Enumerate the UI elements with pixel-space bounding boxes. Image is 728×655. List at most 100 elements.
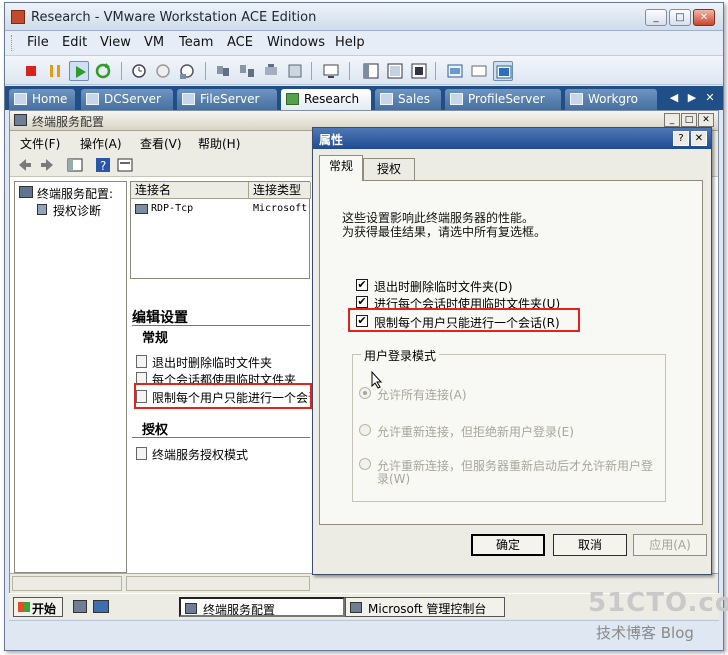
- properties-icon[interactable]: [116, 156, 134, 174]
- tab-workgroup[interactable]: Workgro: [565, 89, 657, 110]
- pause-icon[interactable]: [45, 61, 65, 81]
- mmc-app-icon: [14, 114, 27, 126]
- vm-icon: [182, 93, 195, 105]
- tab-research[interactable]: Research: [281, 89, 371, 110]
- server-manager-icon[interactable]: [73, 600, 87, 613]
- tab-general[interactable]: 常规: [319, 155, 363, 181]
- unity-icon[interactable]: [445, 61, 465, 81]
- radio-button[interactable]: [359, 387, 371, 399]
- menu-vm[interactable]: VM: [144, 35, 164, 50]
- edit-settings-pane: 编辑设置 常规 退出时删除临时文件夹 每个会话都使用临时文件夹 限制每个用户只能…: [130, 279, 312, 573]
- mouse-cursor-icon: [371, 370, 383, 389]
- watermark-caption: 技术博客 Blog: [596, 624, 694, 642]
- start-button[interactable]: 开始: [13, 597, 63, 617]
- cancel-button[interactable]: 取消: [553, 534, 627, 556]
- mmc-menu-file[interactable]: 文件(F): [20, 135, 60, 152]
- tab-sales[interactable]: Sales: [375, 89, 441, 110]
- menu-view[interactable]: View: [100, 35, 131, 50]
- mmc-app-icon: [350, 602, 362, 613]
- tab-licensing[interactable]: 授权: [363, 158, 415, 180]
- vm-icon: [570, 93, 583, 105]
- tree-licensing-diagnosis[interactable]: 授权诊断: [53, 202, 101, 219]
- mmc-maximize-button[interactable]: □: [681, 113, 697, 127]
- show-hide-tree-icon[interactable]: [66, 156, 84, 174]
- apply-button[interactable]: 应用(A): [633, 534, 707, 556]
- menu-ace[interactable]: ACE: [227, 35, 253, 50]
- taskbar-item-mmc[interactable]: Microsoft 管理控制台: [345, 597, 505, 617]
- tab-scroll-right-icon[interactable]: ▶: [685, 90, 699, 106]
- mmc-menu-action[interactable]: 操作(A): [80, 135, 122, 152]
- vm-settings-icon[interactable]: [285, 61, 305, 81]
- tab-scroll-left-icon[interactable]: ◀: [667, 90, 681, 106]
- tree-root[interactable]: 终端服务配置:: [37, 185, 113, 202]
- vm-icon: [450, 93, 463, 105]
- show-desktop-icon[interactable]: [93, 600, 109, 613]
- tab-dcserver[interactable]: DCServer: [81, 89, 173, 110]
- window-title: Research - VMware Workstation ACE Editio…: [31, 10, 317, 25]
- lan-segment-icon[interactable]: [261, 61, 281, 81]
- ok-button[interactable]: 确定: [471, 534, 545, 556]
- tab-home[interactable]: Home: [9, 89, 75, 110]
- tab-profileserver[interactable]: ProfileServer: [445, 89, 561, 110]
- tab-fileserver[interactable]: FileServer: [177, 89, 277, 110]
- menu-help[interactable]: Help: [335, 35, 365, 50]
- snapshot-icon[interactable]: [129, 61, 149, 81]
- column-connection-type[interactable]: 连接类型: [249, 182, 311, 199]
- mmc-menu-help[interactable]: 帮助(H): [198, 135, 240, 152]
- sidebar-icon[interactable]: [361, 61, 381, 81]
- setting-licensing-mode[interactable]: 终端服务授权模式: [136, 445, 312, 462]
- mmc-title: 终端服务配置: [32, 115, 105, 129]
- full-screen-icon[interactable]: [409, 61, 429, 81]
- checkbox-box[interactable]: ✔: [356, 296, 368, 308]
- minimize-button[interactable]: _: [645, 9, 667, 26]
- mmc-close-button[interactable]: ✕: [698, 113, 714, 127]
- logon-mode-label: 用户登录模式: [361, 347, 440, 364]
- quick-switch-icon[interactable]: [385, 61, 405, 81]
- diagnosis-icon: [37, 204, 47, 215]
- menu-file[interactable]: File: [27, 35, 49, 50]
- revert-icon[interactable]: [153, 61, 173, 81]
- dialog-title: 属性: [319, 133, 344, 147]
- mmc-menu-view[interactable]: 查看(V): [140, 135, 182, 152]
- dialog-close-button[interactable]: ✕: [691, 131, 707, 146]
- menu-edit[interactable]: Edit: [62, 35, 87, 50]
- close-button[interactable]: ✕: [693, 9, 715, 26]
- team-icon[interactable]: [213, 61, 233, 81]
- setting-icon: [136, 447, 147, 460]
- general-section-heading: 常规: [142, 331, 169, 346]
- menu-windows[interactable]: Windows: [267, 35, 325, 50]
- edit-settings-heading: 编辑设置: [132, 310, 188, 326]
- setting-delete-temp-folders[interactable]: 退出时删除临时文件夹: [136, 353, 312, 370]
- reset-icon[interactable]: [93, 61, 113, 81]
- back-icon[interactable]: [16, 156, 34, 174]
- tab-close-icon[interactable]: ✕: [703, 90, 717, 106]
- taskbar-item-ts-config[interactable]: 终端服务配置: [179, 597, 345, 617]
- menu-bar: File Edit View VM Team ACE Windows Help: [5, 31, 723, 55]
- view-console-icon[interactable]: [493, 61, 513, 81]
- checkbox-box[interactable]: ✔: [356, 279, 368, 291]
- computer-icon: [19, 186, 33, 198]
- connection-type-cell[interactable]: Microsoft: [253, 203, 309, 214]
- power-on-icon[interactable]: [69, 61, 89, 81]
- forward-icon[interactable]: [38, 156, 56, 174]
- power-off-icon[interactable]: [21, 61, 41, 81]
- radio-button[interactable]: [359, 458, 371, 470]
- toolbar: [5, 55, 723, 85]
- mmc-minimize-button[interactable]: _: [664, 113, 680, 127]
- menu-team[interactable]: Team: [179, 35, 213, 50]
- radio-button[interactable]: [359, 424, 371, 436]
- vm-console[interactable]: 终端服务配置 _ □ ✕ 文件(F) 操作(A) 查看(V) 帮助(H) ? 终…: [9, 110, 719, 608]
- dialog-help-button[interactable]: ?: [673, 131, 689, 146]
- connection-icon: [135, 204, 148, 214]
- team-members-icon[interactable]: [237, 61, 257, 81]
- vm-tab-bar: Home DCServer FileServer Research Sales …: [5, 86, 723, 110]
- console-icon[interactable]: [321, 61, 341, 81]
- column-connection-name[interactable]: 连接名: [131, 182, 249, 199]
- snapshot-manager-icon[interactable]: [177, 61, 197, 81]
- help-icon[interactable]: ?: [94, 156, 112, 174]
- dialog-title-bar: 属性 ? ✕: [313, 128, 711, 149]
- connection-name-cell[interactable]: RDP-Tcp: [151, 203, 247, 214]
- properties-dialog: 属性 ? ✕ 常规 授权 这些设置影响此终端服务器的性能。 为获得最佳结果，请选…: [312, 127, 712, 575]
- view-summary-icon[interactable]: [469, 61, 489, 81]
- maximize-button[interactable]: □: [669, 9, 691, 26]
